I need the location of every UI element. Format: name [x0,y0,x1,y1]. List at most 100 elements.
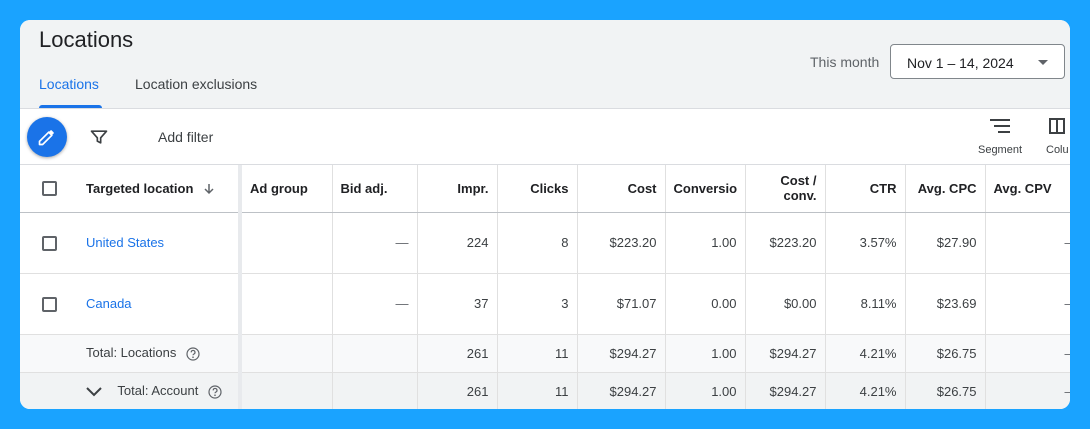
cost-cell: $294.27 [577,334,666,373]
conversions-cell: 1.00 [665,334,746,373]
date-range-select[interactable]: Nov 1 – 14, 2024 [890,44,1065,79]
location-link[interactable]: United States [86,235,164,250]
total-account-row: Total: Account 261 11 $294.27 1.00 $294.… [20,372,1070,409]
clicks-cell: 11 [497,334,578,373]
page-title: Locations [39,27,134,52]
ctr-cell: 8.11% [825,273,906,335]
cost-cell: $71.07 [577,273,666,335]
row-select-cell [20,212,78,274]
bid-adj-cell[interactable]: — [332,212,418,274]
columns-button[interactable]: Colu [1046,117,1070,156]
avg-cpc-cell: $26.75 [905,372,986,409]
ad-group-cell [240,334,333,373]
total-locations-row: Total: Locations 261 11 $294.27 1.00 $29… [20,334,1070,373]
columns-label: Colu [1046,144,1069,156]
columns-icon [1049,118,1065,134]
bid-adj-cell [332,334,418,373]
total-account-label: Total: Account [117,383,199,399]
cost-per-conv-cell: $294.27 [745,334,826,373]
conversions-cell: 1.00 [665,372,746,409]
ad-group-cell [240,273,333,335]
cost-per-conv-cell: $294.27 [745,372,826,409]
header-avg-cpv[interactable]: Avg. CPV [985,165,1070,213]
row-checkbox[interactable] [41,296,57,312]
table-header-row: Targeted location Ad group Bid adj. Impr… [20,165,1070,213]
tab-locations[interactable]: Locations [39,76,99,92]
segment-icon [990,119,1010,133]
clicks-cell: 11 [497,372,578,409]
clicks-cell: 8 [497,212,578,274]
location-link[interactable]: Canada [86,296,132,311]
header-ad-group[interactable]: Ad group [240,165,333,213]
table-row: Canada — 37 3 $71.07 0.00 $0.00 8.11% $2… [20,273,1070,335]
row-checkbox[interactable] [41,235,57,251]
total-spacer-cell [20,334,78,373]
avg-cpc-cell: $23.69 [905,273,986,335]
header-impr[interactable]: Impr. [417,165,498,213]
avg-cpv-cell: — [985,212,1070,274]
header-cost-conv-line2: conv. [783,188,817,204]
total-label-cell: Total: Account [78,372,242,409]
header-cost-per-conv[interactable]: Cost / conv. [745,165,826,213]
bid-adj-cell[interactable]: — [332,273,418,335]
edit-button[interactable] [27,117,67,157]
avg-cpc-cell: $27.90 [905,212,986,274]
locations-table-container: Targeted location Ad group Bid adj. Impr… [20,165,1070,409]
impr-cell: 37 [417,273,498,335]
clicks-cell: 3 [497,273,578,335]
avg-cpv-cell: — [985,273,1070,335]
cost-cell: $294.27 [577,372,666,409]
table-toolbar: Add filter Segment Colu [20,109,1070,165]
tab-location-exclusions[interactable]: Location exclusions [135,76,257,92]
table-row: United States — 224 8 $223.20 1.00 $223.… [20,212,1070,274]
select-all-checkbox[interactable] [41,181,57,197]
cost-cell: $223.20 [577,212,666,274]
header-avg-cpc[interactable]: Avg. CPC [905,165,986,213]
filter-icon[interactable] [89,127,109,152]
header-ctr[interactable]: CTR [825,165,906,213]
header-bid-adj[interactable]: Bid adj. [332,165,418,213]
locations-table: Targeted location Ad group Bid adj. Impr… [20,165,1070,409]
ad-group-cell [240,212,333,274]
cost-per-conv-cell: $0.00 [745,273,826,335]
total-label-cell: Total: Locations [78,334,242,373]
header-targeted-location[interactable]: Targeted location [78,165,242,213]
impr-cell: 261 [417,372,498,409]
sort-down-arrow-icon [204,184,214,195]
date-range-value: Nov 1 – 14, 2024 [907,55,1014,71]
chevron-down-icon[interactable] [86,387,102,397]
select-all-cell [20,165,78,213]
segment-button[interactable]: Segment [972,117,1028,156]
dropdown-caret-icon [1038,60,1048,65]
segment-label: Segment [977,144,1023,156]
header-conversions[interactable]: Conversio [665,165,746,213]
locations-card: Locations Locations Location exclusions … [20,20,1070,409]
header-clicks[interactable]: Clicks [497,165,578,213]
date-range-label: This month [810,54,880,70]
header-cost-conv-line1: Cost / [780,173,817,189]
bid-adj-cell [332,372,418,409]
row-select-cell [20,273,78,335]
total-locations-label: Total: Locations [86,345,177,361]
cost-per-conv-cell: $223.20 [745,212,826,274]
ctr-cell: 4.21% [825,372,906,409]
impr-cell: 261 [417,334,498,373]
ad-group-cell [240,372,333,409]
help-icon[interactable] [186,347,200,361]
pencil-icon [38,130,54,146]
conversions-cell: 1.00 [665,212,746,274]
ctr-cell: 3.57% [825,212,906,274]
header-location-label: Targeted location [86,180,194,196]
active-tab-indicator [39,105,102,108]
header-cost[interactable]: Cost [577,165,666,213]
total-spacer-cell [20,372,78,409]
add-filter-button[interactable]: Add filter [158,129,213,145]
conversions-cell: 0.00 [665,273,746,335]
help-icon[interactable] [208,385,222,399]
impr-cell: 224 [417,212,498,274]
ctr-cell: 4.21% [825,334,906,373]
avg-cpv-cell: — [985,334,1070,373]
avg-cpv-cell: — [985,372,1070,409]
avg-cpc-cell: $26.75 [905,334,986,373]
header-bar: Locations Locations Location exclusions … [20,20,1070,109]
